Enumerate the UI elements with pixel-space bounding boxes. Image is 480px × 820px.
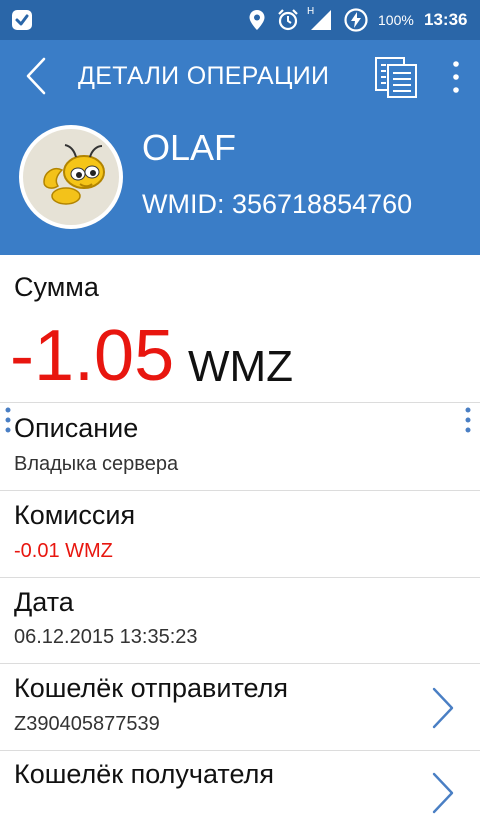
detail-label: Описание: [14, 413, 139, 443]
avatar[interactable]: [18, 124, 124, 230]
detail-label: Комиссия: [14, 500, 136, 530]
battery-percent: 100%: [378, 12, 414, 28]
clock: 13:36: [424, 10, 468, 29]
overflow-menu-icon[interactable]: [450, 60, 462, 94]
chevron-right-icon[interactable]: [428, 686, 458, 730]
alarm-icon: [276, 8, 300, 32]
detail-value: 06.12.2015 13:35:23: [14, 626, 198, 648]
signal-icon: [308, 9, 332, 31]
location-icon: [248, 9, 266, 31]
webmoney-ant-icon: [19, 125, 123, 229]
detail-value: -0.01 WMZ: [14, 540, 113, 562]
detail-row-sender-wallet[interactable]: Кошелёк отправителя Z390405877539: [0, 664, 480, 751]
copy-document-icon[interactable]: [374, 56, 418, 98]
detail-row-description[interactable]: Описание Владыка сервера: [0, 403, 480, 491]
detail-label: Дата: [14, 587, 74, 617]
page-title: ДЕТАЛИ ОПЕРАЦИИ: [78, 62, 330, 90]
back-icon[interactable]: [22, 56, 52, 96]
contact-name: OLAF: [142, 127, 237, 168]
app-bar: ДЕТАЛИ ОПЕРАЦИИ: [0, 40, 480, 112]
detail-label: Кошелёк отправителя: [14, 673, 289, 703]
app-notification-icon: [10, 8, 34, 32]
charging-icon: [344, 8, 368, 32]
drag-handle-icon[interactable]: [464, 406, 472, 436]
detail-label: Кошелёк получателя: [14, 759, 274, 789]
detail-row-date: Дата 06.12.2015 13:35:23: [0, 578, 480, 664]
amount-label: Сумма: [14, 272, 99, 302]
detail-value: Владыка сервера: [14, 453, 179, 475]
profile-header: OLAF WMID: 356718854760: [0, 112, 480, 255]
drag-handle-icon[interactable]: [4, 406, 12, 436]
amount-value: -1.05: [10, 316, 175, 396]
status-bar: H 100% 13:36: [0, 0, 480, 40]
contact-wmid: WMID: 356718854760: [142, 189, 413, 219]
detail-row-receiver-wallet[interactable]: Кошелёк получателя: [0, 751, 480, 814]
detail-value: Z390405877539: [14, 713, 160, 735]
detail-row-commission: Комиссия -0.01 WMZ: [0, 491, 480, 578]
chevron-right-icon[interactable]: [428, 771, 458, 815]
amount-currency: WMZ: [188, 342, 294, 391]
